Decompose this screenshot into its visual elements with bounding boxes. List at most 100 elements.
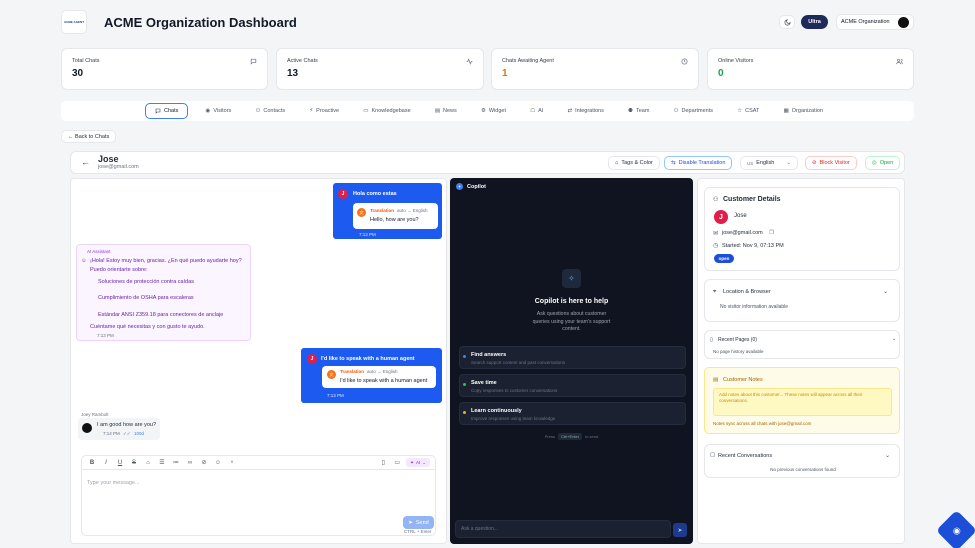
eye-icon: ◉ bbox=[205, 108, 211, 114]
italic-icon[interactable]: I bbox=[101, 458, 111, 468]
tab-organization[interactable]: ▦ Organization bbox=[777, 103, 830, 119]
back-arrow-icon[interactable]: ← bbox=[81, 157, 90, 167]
tab-contacts[interactable]: ⚇ Contacts bbox=[248, 103, 292, 119]
send-icon: ➤ bbox=[408, 519, 413, 526]
copy-icon[interactable]: ❐ bbox=[769, 230, 774, 236]
tab-team[interactable]: ⚉ Team bbox=[621, 103, 656, 119]
location-browser-card[interactable]: ⌖ Location & Browser ⌄ No visitor inform… bbox=[704, 279, 900, 322]
feature-desc: Copy responses to customer conversations bbox=[471, 388, 558, 393]
underline-icon[interactable]: U bbox=[115, 458, 125, 468]
tab-label: CSAT bbox=[745, 108, 760, 114]
disable-translation-label: Disable Translation bbox=[678, 160, 726, 166]
copilot-hint: Press Ctrl+Enter to send bbox=[450, 433, 693, 440]
translate-icon: 文 bbox=[327, 370, 336, 379]
message-time: 7:13 PM bbox=[359, 232, 376, 237]
newspaper-icon: ▤ bbox=[434, 108, 441, 114]
tab-proactive[interactable]: ⚡ Proactive bbox=[302, 103, 346, 119]
message-input[interactable]: Type your message... bbox=[87, 480, 140, 486]
visitor-email: jose@gmail.com bbox=[98, 164, 139, 170]
tab-news[interactable]: ▤ News bbox=[428, 103, 464, 119]
highlight-icon[interactable]: ⌂ bbox=[143, 458, 153, 468]
stat-card-total-chats: Total Chats 30 bbox=[61, 48, 268, 90]
org-switcher[interactable]: ACME Organization bbox=[836, 14, 914, 30]
file-icon[interactable]: ▯ bbox=[378, 458, 388, 468]
open-status-button[interactable]: ◎ Open bbox=[865, 156, 901, 170]
avatar: J bbox=[338, 189, 348, 199]
recent-pages-title: Recent Pages (0) bbox=[718, 337, 757, 343]
book-icon: ▭ bbox=[363, 108, 369, 114]
tab-label: Chats bbox=[164, 108, 179, 114]
tags-label: Tags & Color bbox=[621, 160, 653, 166]
chat-panel: J Hola como estas 文 Translation auto → E… bbox=[70, 178, 447, 544]
ai-assist-button[interactable]: ✦ AI ⌄ bbox=[406, 458, 430, 467]
translate-icon: ⇆ bbox=[671, 160, 676, 166]
notes-textarea[interactable]: Add notes about this customer... These n… bbox=[713, 388, 892, 416]
copilot-send-button[interactable]: ➤ bbox=[673, 523, 687, 537]
chat-icon bbox=[155, 108, 161, 114]
tab-chats[interactable]: Chats bbox=[145, 103, 189, 119]
dot-icon bbox=[463, 355, 466, 358]
page-title: ACME Organization Dashboard bbox=[104, 15, 297, 30]
language-select[interactable]: US English ⌄ bbox=[740, 156, 798, 170]
tab-label: Organization bbox=[791, 108, 823, 114]
location-empty: No visitor information available bbox=[720, 304, 789, 310]
microphone-icon[interactable]: ♆ bbox=[227, 458, 237, 468]
org-name: ACME Organization bbox=[841, 19, 890, 25]
book-icon[interactable]: ▭ bbox=[392, 458, 402, 468]
link-icon[interactable]: ∞ bbox=[185, 458, 195, 468]
tab-widget[interactable]: ⚙ Widget bbox=[474, 103, 513, 119]
logo-text: ACME AGENT bbox=[63, 20, 85, 24]
bold-icon[interactable]: B bbox=[87, 458, 97, 468]
ai-list-item: Estándar ANSI Z359.18 para conectores de… bbox=[98, 312, 224, 318]
message-time: 7:14 PM bbox=[103, 431, 120, 436]
message-status: 100d bbox=[134, 431, 145, 436]
stat-label: Total Chats bbox=[72, 58, 100, 64]
mail-icon: ✉ bbox=[713, 231, 719, 237]
tab-label: Widget bbox=[488, 108, 507, 114]
numbered-list-icon[interactable]: ≔ bbox=[171, 458, 181, 468]
copilot-logo-icon: ✦ bbox=[456, 183, 463, 190]
message-text: I'd like to speak with a human agent bbox=[321, 356, 415, 362]
check-circle-icon: ◎ bbox=[872, 160, 877, 166]
plug-icon: ⇄ bbox=[567, 108, 573, 114]
tab-visitors[interactable]: ◉ Visitors bbox=[199, 103, 239, 119]
notes-placeholder: Add notes about this customer... These n… bbox=[719, 392, 863, 403]
app-logo[interactable]: ACME AGENT bbox=[61, 10, 87, 34]
message-text: Hola como estas bbox=[353, 191, 397, 197]
clock-icon bbox=[681, 58, 688, 65]
tab-departments[interactable]: ⚇ Departments bbox=[667, 103, 720, 119]
copilot-input[interactable]: Ask a question... bbox=[455, 520, 671, 538]
strikethrough-icon[interactable]: S bbox=[129, 458, 139, 468]
send-button[interactable]: ➤ Send bbox=[403, 516, 434, 529]
recent-conversations-card[interactable]: ▢ Recent Conversations ⌄ No previous con… bbox=[704, 444, 900, 478]
message-time: 7:13 PM bbox=[327, 393, 344, 398]
attachment-icon[interactable]: ⊘ bbox=[199, 458, 209, 468]
tab-ai[interactable]: ☖ AI bbox=[523, 103, 550, 119]
hint-pre: Press bbox=[544, 434, 555, 439]
tab-integrations[interactable]: ⇄ Integrations bbox=[561, 103, 611, 119]
copilot-feature-learn: Learn continuously Improve responses usi… bbox=[459, 402, 686, 425]
tab-csat[interactable]: ☆ CSAT bbox=[730, 103, 766, 119]
feature-desc: Search support content and past conversa… bbox=[471, 360, 566, 365]
back-to-chats-button[interactable]: ← Back to Chats bbox=[61, 130, 117, 143]
agent-name: Joey Rambolt bbox=[81, 412, 109, 417]
block-visitor-button[interactable]: ⊘ Block Visitor bbox=[805, 156, 857, 170]
plan-badge-label: Ultra bbox=[808, 19, 821, 25]
avatar bbox=[898, 16, 909, 28]
message-icon bbox=[250, 58, 257, 65]
tab-knowledgebase[interactable]: ▭ Knowledgebase bbox=[356, 103, 417, 119]
bullet-list-icon[interactable]: ☰ bbox=[157, 458, 167, 468]
team-icon: ⚉ bbox=[628, 108, 633, 114]
disable-translation-button[interactable]: ⇆ Disable Translation bbox=[664, 156, 733, 170]
floating-chat-button[interactable]: ◉ bbox=[935, 509, 975, 548]
stat-label: Online Visitors bbox=[718, 58, 754, 64]
recent-pages-card[interactable]: ▯ Recent Pages (0) ⌄ No page history ava… bbox=[704, 330, 900, 359]
emoji-icon[interactable]: ☺ bbox=[213, 458, 223, 468]
back-label: ← Back to Chats bbox=[68, 133, 110, 140]
theme-toggle-button[interactable] bbox=[779, 15, 795, 29]
status-badge: open bbox=[714, 254, 734, 263]
notes-sync-text: Notes sync across all chats with jose@gm… bbox=[713, 421, 812, 426]
tags-color-button[interactable]: ⌂ Tags & Color bbox=[608, 156, 660, 170]
translation-text: I'd like to speak with a human agent bbox=[340, 378, 428, 384]
chat-bubble-icon: ◉ bbox=[952, 524, 961, 535]
